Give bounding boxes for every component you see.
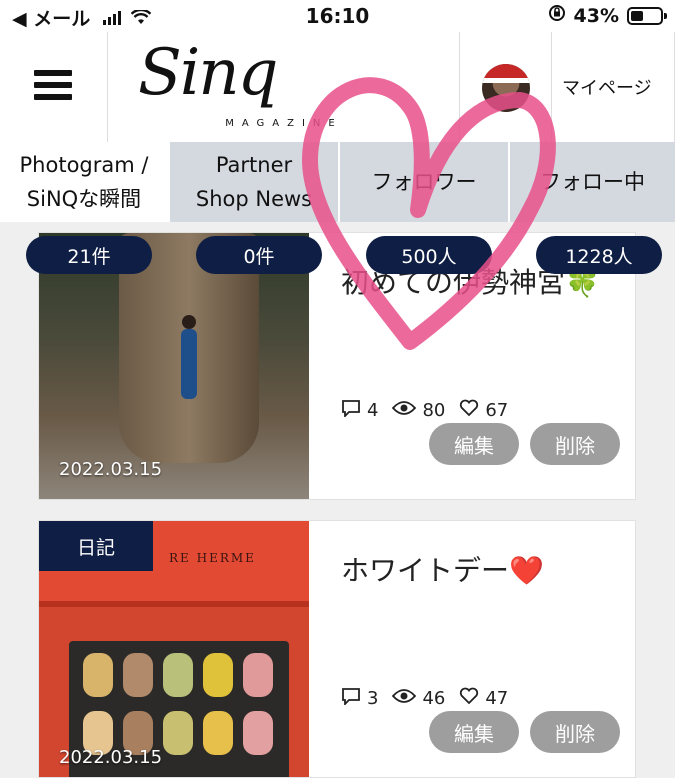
- tab-label[interactable]: Shop News: [196, 182, 312, 216]
- post-title[interactable]: ホワイトデー❤️: [341, 549, 544, 589]
- menu-button[interactable]: [0, 32, 108, 142]
- delete-button[interactable]: 削除: [530, 711, 620, 753]
- tab-label[interactable]: SiNQな瞬間: [20, 182, 149, 216]
- shop-news-count-badge: 0件: [196, 236, 322, 274]
- logo-tagline: MAGAZINE: [225, 118, 343, 129]
- category-badge: 日記: [39, 521, 153, 571]
- tab-label[interactable]: フォロー中: [540, 165, 645, 199]
- edit-button[interactable]: 編集: [429, 711, 519, 753]
- avatar[interactable]: [482, 64, 530, 112]
- site-header: Sinq MAGAZINE マイページ: [0, 32, 675, 143]
- post-card[interactable]: RE HERME 日記 2022.03.15 ホワイトデー❤️ 3 46 47 …: [38, 520, 636, 778]
- person-image: [181, 315, 197, 399]
- like-count: 67: [485, 400, 509, 421]
- like-count: 47: [485, 688, 509, 709]
- view-count: 46: [422, 688, 446, 709]
- battery-percent: 43%: [573, 4, 619, 27]
- comment-icon: [341, 687, 361, 710]
- eye-icon: [392, 400, 417, 421]
- tab-following[interactable]: フォロー中: [508, 142, 675, 222]
- orientation-lock-icon: [548, 4, 566, 27]
- follower-count-badge: 500人: [366, 236, 492, 274]
- edit-button[interactable]: 編集: [429, 423, 519, 465]
- profile-tabs: Photogram / SiNQな瞬間 Partner Shop News フォロワ…: [0, 142, 675, 222]
- tab-label[interactable]: Partner: [196, 148, 312, 182]
- heart-icon: [459, 399, 479, 422]
- post-thumbnail[interactable]: RE HERME 日記 2022.03.15: [39, 521, 309, 777]
- status-bar: ◀ メール 16:10 43%: [0, 0, 675, 32]
- post-stats: 4 80 67: [341, 399, 508, 422]
- post-date: 2022.03.15: [59, 459, 163, 480]
- site-logo[interactable]: Sinq MAGAZINE: [108, 32, 460, 142]
- post-stats: 3 46 47: [341, 687, 508, 710]
- mypage-link[interactable]: マイページ: [552, 32, 675, 142]
- battery-icon: [627, 6, 667, 25]
- tab-label[interactable]: フォロワー: [372, 165, 477, 199]
- tab-label[interactable]: Photogram /: [20, 148, 149, 182]
- heart-icon: [459, 687, 479, 710]
- hamburger-icon[interactable]: [34, 70, 72, 106]
- battery-fill: [631, 10, 643, 21]
- box-brand-text: RE HERME: [169, 551, 256, 565]
- view-count: 80: [422, 400, 446, 421]
- tab-followers[interactable]: フォロワー: [338, 142, 508, 222]
- tab-partner-shop-news[interactable]: Partner Shop News: [168, 142, 338, 222]
- comment-icon: [341, 399, 361, 422]
- delete-button[interactable]: 削除: [530, 423, 620, 465]
- eye-icon: [392, 688, 417, 709]
- comment-count: 4: [367, 400, 379, 421]
- following-count-badge: 1228人: [536, 236, 662, 274]
- santa-hat-icon: [482, 64, 530, 83]
- post-date: 2022.03.15: [59, 747, 163, 768]
- post-count-badge: 21件: [26, 236, 152, 274]
- mypage-label[interactable]: マイページ: [562, 74, 652, 100]
- avatar-button[interactable]: [460, 32, 552, 142]
- tab-photogram[interactable]: Photogram / SiNQな瞬間: [0, 142, 168, 222]
- comment-count: 3: [367, 688, 379, 709]
- logo-wordmark[interactable]: Sinq: [138, 36, 278, 110]
